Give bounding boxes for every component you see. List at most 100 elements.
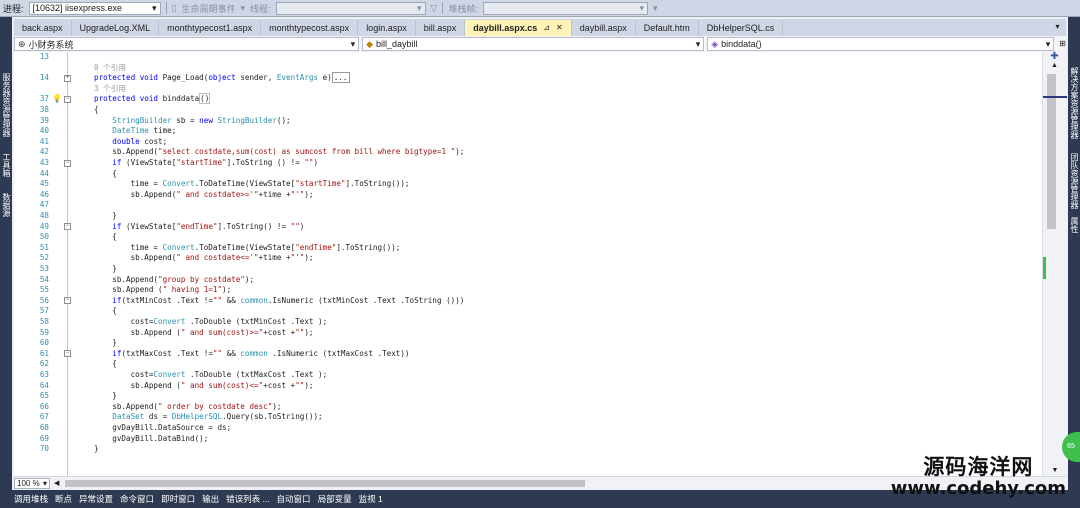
code-line[interactable]: 42 sb.Append("select costdate,sum(cost) …	[14, 147, 1042, 157]
tool-window-tab[interactable]: 输出	[202, 493, 219, 505]
code-text: double cost;	[112, 136, 168, 146]
expand-icon[interactable]: +	[64, 74, 71, 82]
class-icon: ◆	[366, 38, 374, 49]
zoom-dropdown[interactable]: 100 % ▾	[14, 477, 50, 489]
code-line[interactable]: 66 sb.Append(" order by costdate desc");	[14, 402, 1042, 412]
vertical-scrollbar[interactable]: ✚ ▲ ▼	[1042, 52, 1067, 476]
code-line[interactable]: 46 sb.Append(" and costdate>='"+time +"'…	[14, 190, 1042, 200]
scroll-left-icon[interactable]: ◀	[54, 479, 59, 487]
stackframe-dropdown[interactable]: ▾	[482, 1, 648, 15]
code-line[interactable]: 57 {	[14, 306, 1042, 316]
document-tab[interactable]: bill.aspx	[416, 20, 466, 36]
code-line[interactable]: 40 DateTime time;	[14, 126, 1042, 136]
document-tab[interactable]: DbHelperSQL.cs	[699, 20, 784, 36]
code-line[interactable]: 51 time = Convert.ToDateTime(ViewState["…	[14, 243, 1042, 253]
code-line[interactable]: 69 gvDayBill.DataBind();	[14, 434, 1042, 444]
data-sources-tab[interactable]: 数据源	[2, 193, 11, 217]
document-tab[interactable]: daybill.aspx	[572, 20, 636, 36]
split-plus-icon[interactable]: ✚	[1043, 52, 1066, 62]
tool-window-tab[interactable]: 自动窗口	[277, 493, 311, 505]
document-tab[interactable]: back.aspx	[14, 20, 72, 36]
code-text: {	[94, 306, 117, 316]
code-line[interactable]: 55 sb.Append (" having 1=1");	[14, 285, 1042, 295]
code-line[interactable]: 38 {	[14, 105, 1042, 115]
code-line[interactable]: 52 sb.Append(" and costdate<='"+time +"'…	[14, 253, 1042, 263]
code-line[interactable]: 64 sb.Append (" and sum(cost)<="+cost +"…	[14, 381, 1042, 391]
solution-explorer-tab[interactable]: 解决方案资源管理器	[1070, 67, 1079, 139]
pin-icon[interactable]: ⊿	[543, 20, 550, 36]
server-explorer-tab[interactable]: 服务器资源管理器	[2, 73, 11, 137]
process-dropdown[interactable]: [10632] iisexpress.exe ▾	[28, 1, 161, 15]
tool-window-tab[interactable]: 调用堆栈	[14, 493, 48, 505]
code-line[interactable]: 45 time = Convert.ToDateTime(ViewState["…	[14, 179, 1042, 189]
tool-window-tab[interactable]: 异常设置	[79, 493, 113, 505]
code-line[interactable]: 67 DataSet ds = DbHelperSQL.Query(sb.ToS…	[14, 412, 1042, 422]
collapse-icon[interactable]: −	[64, 350, 71, 358]
tool-window-tab[interactable]: 命令窗口	[120, 493, 154, 505]
code-line[interactable]: 39 StringBuilder sb = new StringBuilder(…	[14, 116, 1042, 126]
code-text: gvDayBill.DataSource = ds;	[94, 423, 232, 432]
document-tab[interactable]: daybill.aspx.cs ⊿ ✕	[465, 20, 572, 36]
code-line[interactable]: 47	[14, 200, 1042, 210]
code-line[interactable]: 50 {	[14, 232, 1042, 242]
code-line[interactable]: 62 {	[14, 359, 1042, 369]
code-editor[interactable]: 13 0 个引用 14 protected void Page_Load(object…	[14, 52, 1042, 476]
code-line[interactable]: 44 {	[14, 169, 1042, 179]
code-line[interactable]: 48 }	[14, 211, 1042, 221]
split-icon[interactable]: ⊞	[1059, 37, 1066, 51]
document-tab[interactable]: monthtypecost1.aspx	[159, 20, 262, 36]
code-line[interactable]: 70}	[14, 444, 1042, 454]
code-line[interactable]: 13	[14, 52, 1042, 62]
tool-window-tab[interactable]: 局部变量	[318, 493, 352, 505]
code-line[interactable]: 14 protected void Page_Load(object sender…	[14, 72, 1042, 84]
horizontal-scroll-thumb[interactable]	[65, 479, 586, 487]
collapse-icon[interactable]: −	[64, 95, 71, 103]
code-line[interactable]: 58 cost=Convert .ToDouble (txtMinCost .T…	[14, 317, 1042, 327]
code-line[interactable]: 0 个引用	[14, 63, 1042, 73]
document-tab[interactable]: login.aspx	[358, 20, 416, 36]
tool-window-tab[interactable]: 即时窗口	[161, 493, 195, 505]
lightbulb-icon[interactable]: 💡	[52, 94, 62, 103]
code-line[interactable]: 61 if(txtMaxCost .Text !="" && common .I…	[14, 349, 1042, 359]
member-dropdown[interactable]: ◈ binddata() ▾	[707, 37, 1055, 51]
lifecycle-events-dropdown[interactable]: 生命周期事件	[181, 2, 235, 15]
project-dropdown[interactable]: ⊕ 小财务系统 ▾	[14, 37, 360, 51]
code-line[interactable]: 63 cost=Convert .ToDouble (txtMaxCost .T…	[14, 370, 1042, 380]
code-line[interactable]: 60 }	[14, 338, 1042, 348]
code-line[interactable]: 68 gvDayBill.DataSource = ds;	[14, 423, 1042, 433]
code-line[interactable]: 54 sb.Append("group by costdate");	[14, 275, 1042, 285]
collapse-icon[interactable]: −	[64, 297, 71, 305]
team-explorer-tab[interactable]: 团队资源管理器	[1070, 153, 1079, 209]
collapse-icon[interactable]: −	[64, 159, 71, 167]
code-line[interactable]: 65 }	[14, 391, 1042, 401]
method-icon: ◈	[711, 38, 719, 49]
tool-window-tab[interactable]: 错误列表 ...	[226, 493, 269, 505]
code-text: sb.Append (" having 1=1");	[94, 285, 232, 295]
line-number: 39	[39, 115, 49, 125]
code-text: if (ViewState["endTime"].ToString() != "…	[112, 221, 305, 231]
code-line[interactable]: 49 if (ViewState["endTime"].ToString() !…	[14, 222, 1042, 232]
filter-icon[interactable]: ▽	[431, 3, 438, 14]
document-tab[interactable]: Default.htm	[636, 20, 699, 36]
properties-tab[interactable]: 属性	[1070, 217, 1079, 233]
close-icon[interactable]: ✕	[556, 20, 563, 36]
scroll-up-icon[interactable]: ▲	[1043, 62, 1066, 70]
collapse-icon[interactable]: −	[64, 223, 71, 231]
tab-overflow-icon[interactable]: ▾	[1051, 19, 1064, 35]
code-line[interactable]: 3 个引用	[14, 84, 1042, 94]
code-line[interactable]: 56 if(txtMinCost .Text !="" && common.Is…	[14, 296, 1042, 306]
code-line[interactable]: 41 double cost;	[14, 137, 1042, 147]
thread-dropdown[interactable]: ▾	[275, 1, 426, 15]
class-dropdown[interactable]: ◆ bill_daybill ▾	[362, 37, 705, 51]
line-number: 68	[39, 423, 49, 432]
tool-window-tab[interactable]: 断点	[55, 493, 72, 505]
code-line[interactable]: 53 }	[14, 264, 1042, 274]
document-tab[interactable]: UpgradeLog.XML	[72, 20, 160, 36]
overflow-icon[interactable]: ▾	[653, 3, 658, 14]
code-line[interactable]: 59 sb.Append (" and sum(cost)>="+cost +"…	[14, 328, 1042, 338]
toolbox-tab[interactable]: 工具箱	[2, 153, 11, 177]
code-line[interactable]: 37 protected void binddata()	[14, 93, 1042, 105]
tool-window-tab[interactable]: 监视 1	[359, 493, 383, 505]
document-tab[interactable]: monthtypecost.aspx	[261, 20, 359, 36]
code-line[interactable]: 43 if (ViewState["startTime"].ToString (…	[14, 158, 1042, 168]
